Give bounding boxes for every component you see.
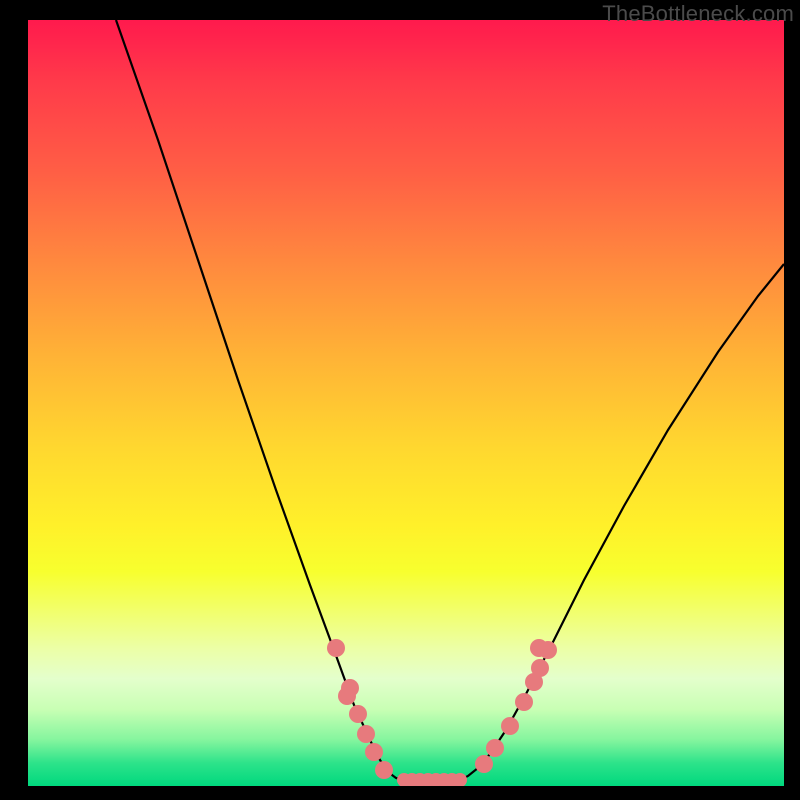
curve-marker [531,659,549,677]
curve-marker [530,639,548,657]
curve-marker [501,717,519,735]
curve-markers [327,639,557,786]
curve-marker [327,639,345,657]
curve-marker [338,687,356,705]
curve-marker [357,725,375,743]
bottleneck-curve [116,20,784,780]
curve-marker [349,705,367,723]
curve-marker [515,693,533,711]
chart-frame: TheBottleneck.com [0,0,800,800]
curve-marker [475,755,493,773]
watermark-text: TheBottleneck.com [602,1,794,27]
curve-marker [486,739,504,757]
chart-svg [28,20,784,786]
curve-marker [365,743,383,761]
plot-area [28,20,784,786]
curve-marker [375,761,393,779]
